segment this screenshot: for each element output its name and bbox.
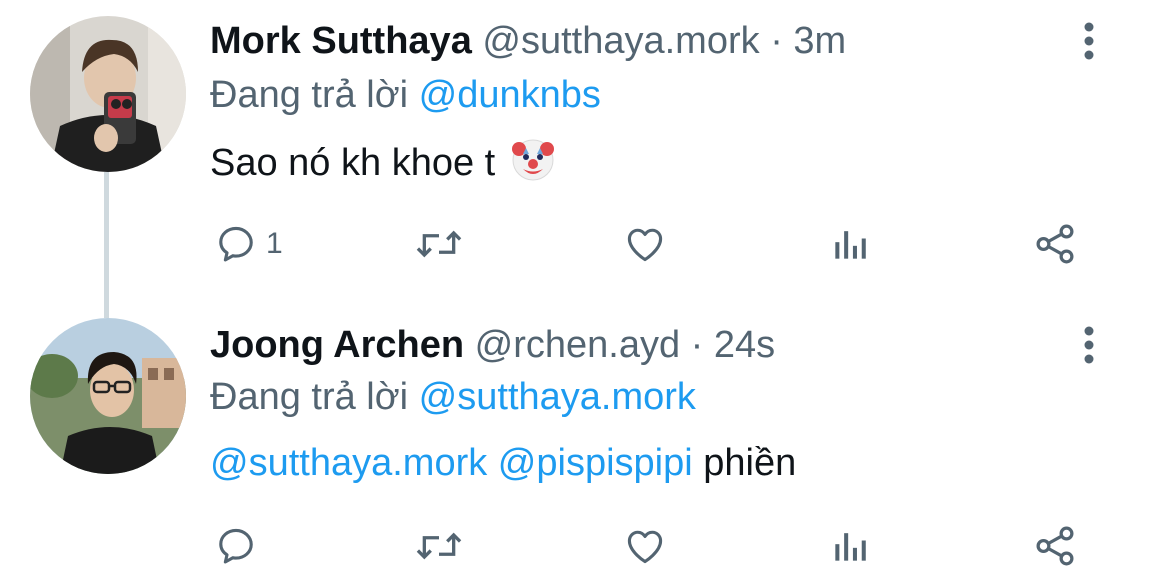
tweet-text: Sao nó kh khoe t — [210, 142, 496, 184]
reply-button[interactable]: 1 — [214, 214, 283, 274]
tweet-header: Joong Archen @rchen.ayd · 24s — [210, 322, 775, 368]
thread-connector-line — [104, 172, 109, 318]
like-button[interactable] — [622, 516, 668, 576]
retweet-icon — [416, 532, 462, 560]
tweet-actions — [210, 516, 1100, 576]
more-options-button[interactable] — [1074, 322, 1104, 368]
separator-dot: · — [690, 324, 704, 366]
view-analytics-button[interactable] — [828, 214, 872, 274]
analytics-bars-icon — [835, 231, 866, 259]
heart-icon — [627, 228, 663, 262]
user-handle[interactable]: @rchen.ayd — [475, 324, 680, 366]
retweet-button[interactable] — [415, 516, 463, 576]
share-icon — [1036, 224, 1074, 264]
timestamp[interactable]: 3m — [793, 20, 846, 62]
heart-icon — [627, 530, 663, 564]
share-button[interactable] — [1032, 516, 1078, 576]
avatar[interactable] — [30, 16, 186, 172]
reply-bubble-icon — [219, 528, 253, 564]
view-analytics-button[interactable] — [828, 516, 872, 576]
mention-link[interactable]: @pispispipi — [498, 442, 693, 484]
share-icon — [1036, 526, 1074, 566]
more-vertical-icon — [1084, 22, 1094, 60]
share-button[interactable] — [1032, 214, 1078, 274]
tweet-body: @sutthaya.mork @pispispipi phiền — [210, 440, 796, 486]
mention-link[interactable]: @sutthaya.mork — [210, 442, 487, 484]
replying-to-line: Đang trả lời @sutthaya.mork — [210, 374, 696, 420]
replying-to-label: Đang trả lời — [210, 376, 409, 418]
clown-face-icon — [511, 139, 554, 181]
display-name[interactable]: Mork Sutthaya — [210, 20, 472, 62]
user-handle[interactable]: @sutthaya.mork — [482, 20, 759, 62]
separator-dot: · — [770, 20, 783, 62]
avatar[interactable] — [30, 318, 186, 474]
tweet-header: Mork Sutthaya @sutthaya.mork · 3m — [210, 18, 846, 64]
reply-count: 1 — [266, 227, 283, 260]
reply-bubble-icon — [219, 226, 253, 262]
retweet-icon — [416, 230, 462, 258]
tweet-actions: 1 — [210, 214, 1100, 274]
more-options-button[interactable] — [1074, 18, 1104, 64]
replying-to-line: Đang trả lời @dunknbs — [210, 72, 601, 118]
reply-button[interactable] — [214, 516, 266, 576]
tweet-body: Sao nó kh khoe t — [210, 137, 556, 186]
like-button[interactable] — [622, 214, 668, 274]
analytics-bars-icon — [835, 533, 866, 561]
tweet-text: phiền — [703, 442, 797, 484]
timestamp[interactable]: 24s — [714, 324, 775, 366]
replying-to-mention[interactable]: @dunknbs — [419, 74, 601, 116]
replying-to-mention[interactable]: @sutthaya.mork — [419, 376, 696, 418]
more-vertical-icon — [1084, 326, 1094, 364]
replying-to-label: Đang trả lời — [210, 74, 409, 116]
display-name[interactable]: Joong Archen — [210, 324, 464, 366]
retweet-button[interactable] — [415, 214, 463, 274]
